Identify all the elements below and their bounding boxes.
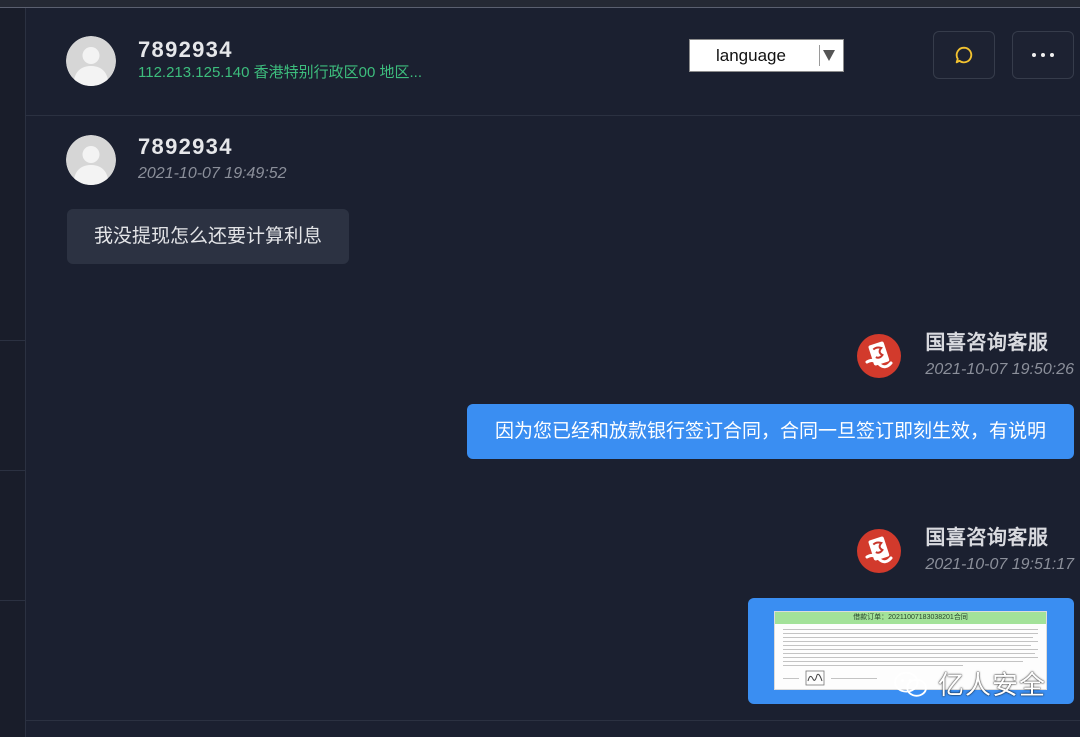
default-user-avatar-icon — [66, 135, 116, 185]
agent-logo-icon — [857, 333, 902, 378]
watermark: 亿人安全 — [892, 669, 1046, 701]
message-timestamp: 2021-10-07 19:50:26 — [925, 361, 1074, 378]
message-text: 因为您已经和放款银行签订合同，合同一旦签订即刻生效，有说明 — [494, 421, 1046, 442]
signature-stamp — [805, 670, 825, 689]
agent-logo-icon — [857, 528, 902, 573]
sidebar-divider — [0, 340, 25, 341]
document-text-line — [783, 678, 799, 679]
message-timestamp: 2021-10-07 19:51:17 — [925, 556, 1074, 573]
chat-button[interactable] — [933, 31, 995, 79]
chat-window: 7892934 112.213.125.140 香港特别行政区00 地区... … — [0, 0, 1080, 737]
message-bubble: 因为您已经和放款银行签订合同，合同一旦签订即刻生效，有说明 — [466, 404, 1074, 459]
document-text-line — [783, 653, 1035, 654]
document-title: 借款订单：20211007183038201合同 — [775, 612, 1046, 624]
document-text-line — [783, 629, 1038, 630]
message-timestamp: 2021-10-07 19:49:52 — [138, 165, 287, 182]
triangle-down-icon[interactable] — [823, 49, 835, 61]
sidebar-divider — [0, 600, 25, 601]
message-text: 我没提现怎么还要计算利息 — [94, 226, 323, 247]
more-dot — [1050, 53, 1054, 57]
document-text-line — [831, 678, 877, 679]
document-text-line — [783, 665, 963, 666]
watermark-text: 亿人安全 — [938, 670, 1047, 700]
document-text-line — [783, 649, 1038, 650]
chat-bubble-icon — [953, 44, 975, 66]
language-select-value: language — [716, 46, 786, 65]
header-username: 7892934 — [138, 37, 233, 62]
sidebar-divider — [0, 470, 25, 471]
select-divider — [819, 45, 820, 66]
message-sender-name: 国喜咨询客服 — [925, 332, 1049, 354]
document-text-line — [783, 661, 1023, 662]
window-top-bar — [0, 0, 1080, 8]
more-dot — [1041, 53, 1045, 57]
header-ip-location: 112.213.125.140 香港特别行政区00 地区... — [138, 64, 423, 81]
message-list[interactable]: 7892934 2021-10-07 19:49:52 我没提现怎么还要计算利息… — [26, 116, 1080, 721]
document-text-line — [783, 637, 1033, 638]
message-header: 国喜咨询客服 2021-10-07 19:50:26 — [857, 330, 1074, 381]
document-text-line — [783, 633, 1038, 634]
message-meta: 国喜咨询客服 2021-10-07 19:50:26 — [925, 330, 1074, 381]
wechat-icon — [892, 670, 930, 700]
message-header: 国喜咨询客服 2021-10-07 19:51:17 — [857, 525, 1074, 576]
more-dot — [1032, 53, 1036, 57]
message-meta: 国喜咨询客服 2021-10-07 19:51:17 — [925, 525, 1074, 576]
language-select[interactable]: language — [689, 39, 844, 72]
document-text-line — [783, 657, 1038, 658]
left-sidebar — [0, 8, 26, 737]
document-text-line — [783, 645, 1031, 646]
chat-header: 7892934 112.213.125.140 香港特别行政区00 地区... … — [26, 8, 1080, 116]
more-dots-icon — [1030, 53, 1057, 57]
message-sender-name: 国喜咨询客服 — [925, 527, 1049, 549]
document-text-line — [783, 641, 1038, 642]
more-button[interactable] — [1012, 31, 1074, 79]
message-bubble: 我没提现怎么还要计算利息 — [67, 209, 350, 264]
message-sender-name: 7892934 — [138, 134, 233, 159]
default-user-avatar-icon — [66, 36, 116, 86]
